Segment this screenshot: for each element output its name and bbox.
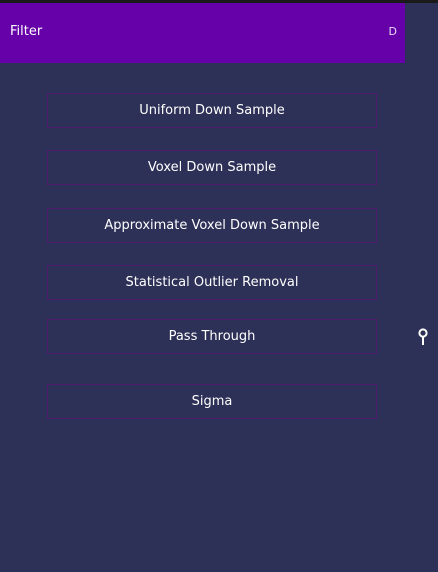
voxel-down-sample-button[interactable]: Voxel Down Sample <box>47 150 377 185</box>
header-right-label[interactable]: D <box>389 25 397 39</box>
filter-header: Filter D <box>0 3 405 63</box>
pin-icon[interactable] <box>417 328 429 346</box>
approximate-voxel-down-sample-button[interactable]: Approximate Voxel Down Sample <box>47 208 377 243</box>
statistical-outlier-removal-button[interactable]: Statistical Outlier Removal <box>47 265 377 300</box>
pass-through-button[interactable]: Pass Through <box>47 319 377 354</box>
panel-title: Filter <box>10 24 43 39</box>
sigma-button[interactable]: Sigma <box>47 384 377 419</box>
uniform-down-sample-button[interactable]: Uniform Down Sample <box>47 93 377 128</box>
